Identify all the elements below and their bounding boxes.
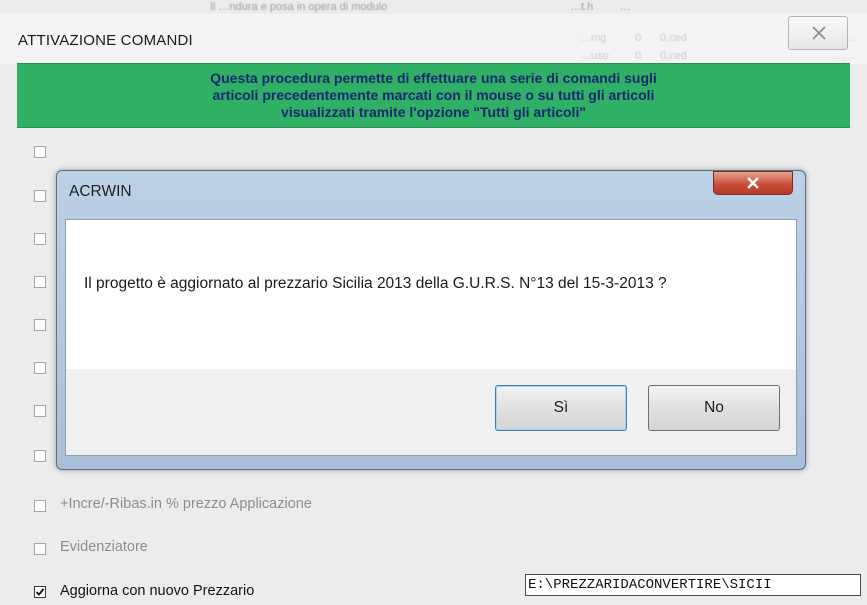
highlighter-checkbox[interactable] [34, 543, 46, 555]
yes-button[interactable]: Sì [495, 385, 627, 431]
dialog-title: ACRWIN [69, 183, 132, 200]
ghost-text: …,… [830, 50, 856, 62]
info-banner: Questa procedura permette di effettuare … [17, 63, 850, 128]
banner-line: visualizzati tramite l'opzione "Tutti gl… [281, 104, 586, 120]
checkmark-icon [35, 588, 45, 596]
dialog-message: Il progetto è aggiornato al prezzario Si… [84, 275, 667, 292]
option-checkbox[interactable] [34, 233, 46, 245]
option-checkbox[interactable] [34, 405, 46, 417]
update-price-list-label: Aggiorna con nuovo Prezzario [60, 583, 255, 599]
close-x-icon [812, 26, 826, 40]
ghost-text: …uso [580, 50, 609, 62]
ghost-text: 0,ced [660, 32, 687, 44]
ghost-text: 0 [635, 50, 642, 62]
ghost-text: …t.h [570, 1, 594, 13]
close-x-icon [747, 177, 759, 189]
window-close-button[interactable] [788, 16, 848, 50]
acrwin-dialog: ACRWIN Il progetto è aggiornato al prezz… [56, 170, 806, 470]
window-title: ATTIVAZIONE COMANDI [18, 32, 193, 49]
ghost-text: …mg [580, 32, 607, 44]
option-checkbox[interactable] [34, 450, 46, 462]
ghost-text: 0,ced [660, 50, 687, 62]
price-list-path-field[interactable]: E:\PREZZARIDACONVERTIRE\SICII [525, 574, 861, 596]
background-list-strip: Il …ndura e posa in opera di modulo …t.h… [200, 0, 720, 14]
no-button[interactable]: No [648, 385, 780, 431]
banner-line: articoli precedentemente marcati con il … [212, 87, 655, 103]
option-checkbox[interactable] [34, 190, 46, 202]
option-checkbox[interactable] [34, 276, 46, 288]
option-checkbox[interactable] [34, 362, 46, 374]
ghost-text: … [620, 1, 631, 13]
option-checkbox[interactable] [34, 319, 46, 331]
dialog-button-bar: Sì No [65, 369, 797, 456]
ghost-text: Il …ndura e posa in opera di modulo [210, 1, 388, 13]
ghost-text: 0 [635, 32, 642, 44]
update-price-list-checkbox[interactable] [34, 586, 46, 598]
option-checkbox[interactable] [34, 146, 46, 158]
banner-line: Questa procedura permette di effettuare … [210, 70, 657, 86]
highlighter-label: Evidenziatore [60, 539, 148, 555]
increment-price-label: +Incre/-Ribas.in % prezzo Applicazione [60, 496, 312, 512]
dialog-close-button[interactable] [713, 171, 793, 195]
increment-price-checkbox[interactable] [34, 500, 46, 512]
